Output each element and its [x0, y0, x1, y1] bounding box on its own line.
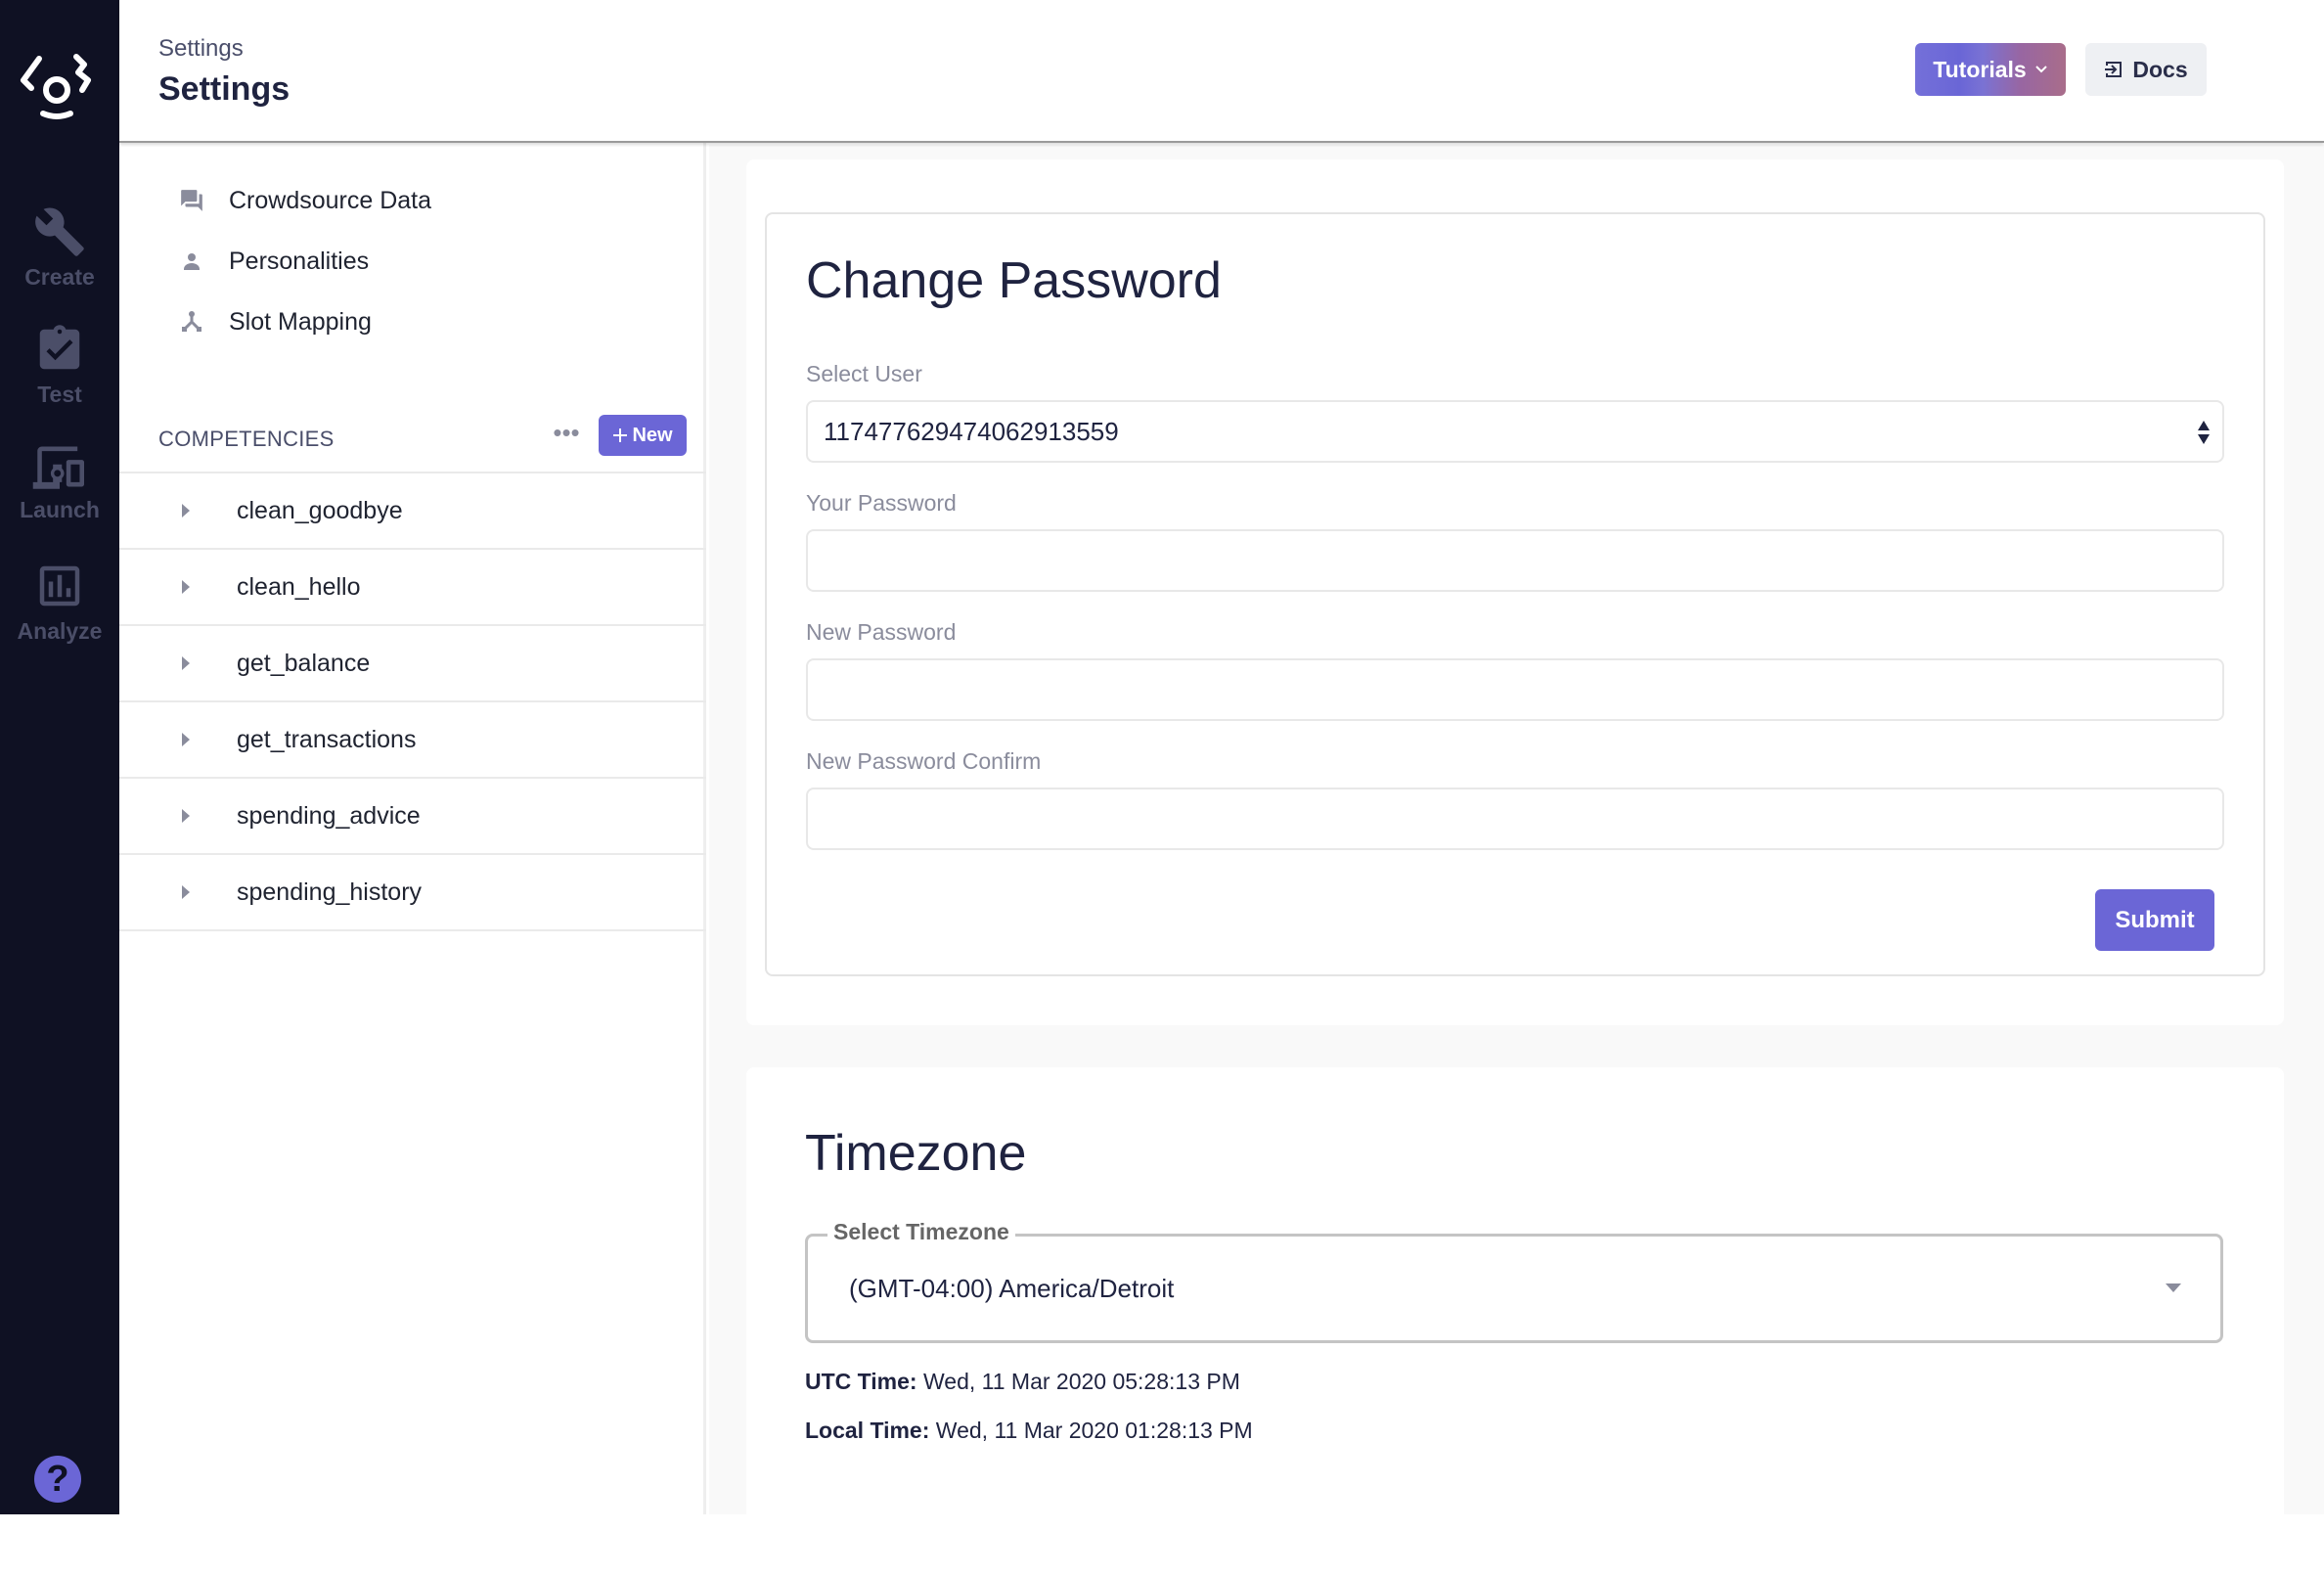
competency-name: get_transactions	[237, 726, 416, 754]
confirm-password-input[interactable]	[808, 789, 2222, 848]
change-password-card: Change Password Select User 117477629474…	[746, 159, 2284, 1025]
new-label: New	[632, 425, 672, 447]
caret-right-icon[interactable]	[182, 809, 198, 823]
competency-row[interactable]: get_transactions	[119, 702, 706, 779]
help-button[interactable]: ?	[34, 1456, 81, 1503]
competency-name: clean_goodbye	[237, 497, 403, 525]
caret-right-icon[interactable]	[182, 885, 198, 899]
your-password-field[interactable]	[806, 529, 2224, 592]
caret-right-icon[interactable]	[182, 656, 198, 670]
caret-down-icon	[2166, 1283, 2181, 1292]
docs-button[interactable]: Docs	[2085, 43, 2207, 96]
rail-item-label: Analyze	[0, 618, 119, 645]
app-rail: Create Test Launch Analyze ?	[0, 0, 119, 1514]
local-time: Local Time: Wed, 11 Mar 2020 01:28:13 PM	[805, 1418, 1253, 1444]
devices-icon	[32, 442, 87, 491]
clipboard-check-icon	[33, 323, 86, 376]
timezone-card: Timezone Select Timezone (GMT-04:00) Ame…	[746, 1067, 2284, 1576]
new-password-field[interactable]	[806, 658, 2224, 721]
competency-name: get_balance	[237, 650, 370, 678]
utc-time-value: Wed, 11 Mar 2020 05:28:13 PM	[923, 1369, 1240, 1394]
utc-time: UTC Time: Wed, 11 Mar 2020 05:28:13 PM	[805, 1369, 1240, 1395]
competency-name: spending_advice	[237, 802, 421, 831]
competency-row[interactable]: clean_hello	[119, 550, 706, 626]
chat-bubbles-icon	[178, 187, 205, 214]
competencies-header: COMPETENCIES ••• New	[158, 415, 687, 462]
person-icon	[178, 248, 205, 275]
rail-item-analyze[interactable]: Analyze	[0, 560, 119, 645]
submit-button[interactable]: Submit	[2095, 889, 2214, 951]
settings-panel: Crowdsource Data Personalities Slot Mapp…	[119, 143, 706, 1514]
local-time-value: Wed, 11 Mar 2020 01:28:13 PM	[936, 1418, 1253, 1443]
competency-row[interactable]: clean_goodbye	[119, 473, 706, 550]
change-password-title: Change Password	[806, 251, 1222, 310]
breadcrumb[interactable]: Settings	[158, 35, 244, 63]
competency-row[interactable]: spending_history	[119, 855, 706, 931]
timezone-select[interactable]: Select Timezone (GMT-04:00) America/Detr…	[805, 1234, 2223, 1343]
timezone-select-label: Select Timezone	[827, 1219, 1015, 1245]
timezone-title: Timezone	[805, 1124, 1026, 1183]
select-user-dropdown[interactable]: 117477629474062913559	[806, 400, 2224, 463]
confirm-password-label: New Password Confirm	[806, 748, 1041, 775]
nav-link-crowdsource-data[interactable]: Crowdsource Data	[178, 181, 431, 220]
nav-link-label: Crowdsource Data	[229, 187, 431, 215]
caret-right-icon[interactable]	[182, 733, 198, 746]
rail-item-label: Create	[0, 264, 119, 291]
change-password-form: Change Password Select User 117477629474…	[765, 212, 2265, 976]
competency-name: spending_history	[237, 878, 422, 907]
nav-link-label: Slot Mapping	[229, 308, 372, 337]
new-password-label: New Password	[806, 619, 956, 646]
rail-item-label: Launch	[0, 497, 119, 523]
chevron-down-icon	[2034, 65, 2048, 74]
competency-name: clean_hello	[237, 573, 361, 602]
docs-label: Docs	[2132, 57, 2187, 83]
wrench-icon	[33, 205, 86, 258]
confirm-password-field[interactable]	[806, 788, 2224, 850]
nav-link-slot-mapping[interactable]: Slot Mapping	[178, 302, 372, 341]
external-link-icon	[2104, 60, 2123, 79]
nav-link-personalities[interactable]: Personalities	[178, 242, 369, 281]
competency-row[interactable]: spending_advice	[119, 779, 706, 855]
merge-icon	[178, 308, 205, 336]
caret-right-icon[interactable]	[182, 504, 198, 518]
main-content: Change Password Select User 117477629474…	[709, 145, 2324, 1514]
select-user-label: Select User	[806, 361, 922, 387]
tutorials-label: Tutorials	[1933, 57, 2026, 83]
new-competency-button[interactable]: New	[599, 415, 687, 456]
local-time-label: Local Time:	[805, 1418, 929, 1443]
app-logo-icon[interactable]	[18, 51, 100, 123]
your-password-input[interactable]	[808, 531, 2222, 590]
competencies-title: COMPETENCIES	[158, 427, 335, 452]
your-password-label: Your Password	[806, 490, 957, 517]
nav-link-label: Personalities	[229, 248, 369, 276]
rail-item-launch[interactable]: Launch	[0, 442, 119, 523]
plus-icon	[612, 428, 628, 443]
caret-right-icon[interactable]	[182, 580, 198, 594]
utc-time-label: UTC Time:	[805, 1369, 917, 1394]
competencies-list: clean_goodbye clean_hello get_balance ge…	[119, 472, 706, 931]
rail-item-test[interactable]: Test	[0, 323, 119, 408]
select-arrows-icon	[2197, 420, 2211, 445]
top-header: Settings Settings Tutorials Docs 1	[119, 0, 2324, 143]
select-user-value: 117477629474062913559	[824, 417, 1119, 447]
page-title: Settings	[158, 70, 290, 109]
new-password-input[interactable]	[808, 660, 2222, 719]
timezone-select-value: (GMT-04:00) America/Detroit	[849, 1274, 1174, 1304]
competency-row[interactable]: get_balance	[119, 626, 706, 702]
tutorials-button[interactable]: Tutorials	[1915, 43, 2066, 96]
rail-item-label: Test	[0, 382, 119, 408]
bar-chart-icon	[33, 560, 86, 612]
more-options-icon[interactable]: •••	[550, 419, 583, 452]
rail-item-create[interactable]: Create	[0, 205, 119, 291]
